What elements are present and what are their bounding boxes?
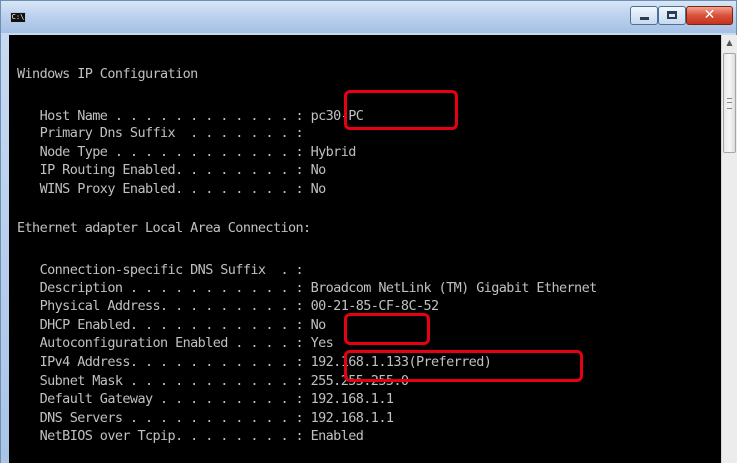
- maximize-button[interactable]: [658, 6, 686, 25]
- grip-icon: [727, 98, 732, 109]
- minimize-button[interactable]: [630, 6, 658, 25]
- maximize-icon: [667, 11, 677, 19]
- console-output[interactable]: Windows IP Configuration Host Name . . .…: [9, 35, 721, 463]
- console-line: DNS Servers . . . . . . . . . . . : 192.…: [17, 410, 394, 426]
- console-line: Default Gateway . . . . . . . . . : 192.…: [17, 391, 394, 407]
- console-line: Subnet Mask . . . . . . . . . . . : 255.…: [17, 373, 409, 389]
- console-line: Description . . . . . . . . . . . : Broa…: [17, 280, 598, 296]
- vertical-scrollbar[interactable]: ▲: [721, 35, 737, 463]
- close-icon: ✕: [703, 7, 716, 23]
- console-line: Primary Dns Suffix . . . . . . . :: [17, 125, 304, 141]
- console-line: IP Routing Enabled. . . . . . . . : No: [17, 162, 327, 178]
- console-app-icon[interactable]: C:\: [10, 12, 26, 23]
- close-button[interactable]: ✕: [686, 6, 733, 25]
- minimize-icon: [640, 17, 649, 20]
- scroll-up-arrow-icon[interactable]: ▲: [722, 35, 737, 51]
- console-line: Windows IP Configuration: [17, 66, 198, 82]
- console-line: Physical Address. . . . . . . . . : 00-2…: [17, 298, 440, 314]
- console-line: Host Name . . . . . . . . . . . . : pc30…: [17, 108, 364, 124]
- console-line: WINS Proxy Enabled. . . . . . . . : No: [17, 181, 327, 197]
- console-line: IPv4 Address. . . . . . . . . . . : 192.…: [17, 354, 492, 370]
- title-bar[interactable]: C:\ ✕: [1, 1, 736, 33]
- console-line: Ethernet adapter Local Area Connection:: [17, 220, 311, 236]
- console-line: Node Type . . . . . . . . . . . . : Hybr…: [17, 144, 357, 160]
- console-line: Connection-specific DNS Suffix . :: [17, 262, 304, 278]
- console-line: Autoconfiguration Enabled . . . . : Yes: [17, 335, 334, 351]
- console-line: DHCP Enabled. . . . . . . . . . . : No: [17, 317, 327, 333]
- scroll-thumb[interactable]: [723, 53, 736, 153]
- console-line: NetBIOS over Tcpip. . . . . . . . : Enab…: [17, 428, 364, 444]
